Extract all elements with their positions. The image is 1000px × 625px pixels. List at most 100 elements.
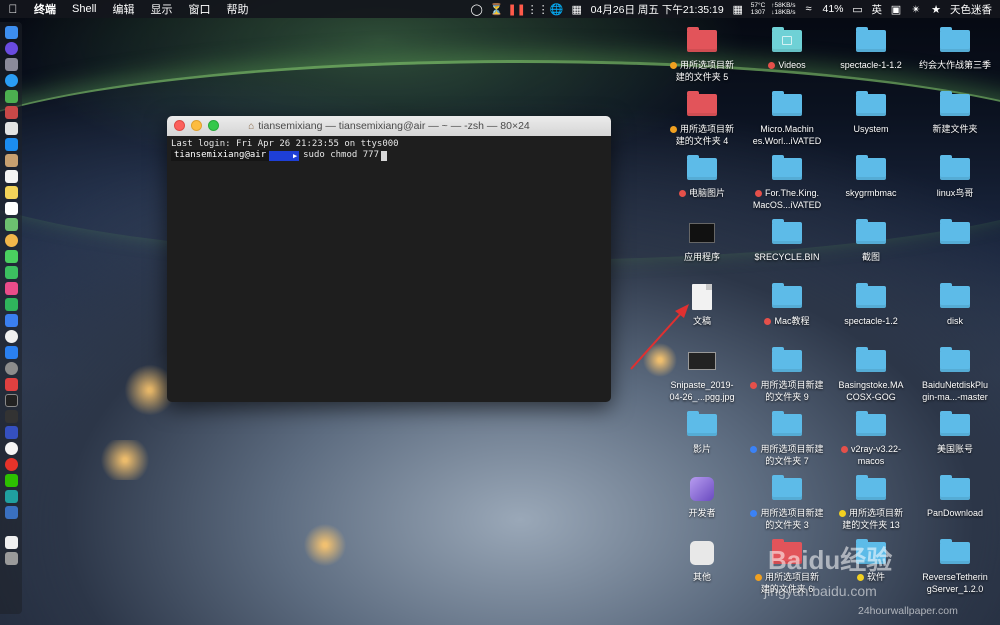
desktop-icon[interactable]: 用所选项目新 建的文件夹 13 (829, 473, 913, 531)
itunes-icon[interactable] (4, 330, 18, 343)
desktop-icon[interactable]: 应用程序 (660, 217, 744, 263)
ghost-icon[interactable]: ◯ (467, 3, 487, 16)
desktop-icon[interactable]: Usystem (829, 89, 913, 135)
terminal-window[interactable]: ⌂ tiansemixiang — tiansemixiang@air — ~ … (167, 116, 611, 402)
desktop-icon[interactable]: v2ray-v3.22- macos (829, 409, 913, 467)
desktop-icon[interactable]: disk (913, 281, 997, 327)
clock-app-icon[interactable]: ⏳ (487, 3, 507, 16)
desktop-icon[interactable]: Micro.Machin es.Worl...iVATED (745, 89, 829, 147)
menu-window[interactable]: 窗口 (180, 1, 218, 17)
user-name[interactable]: 天色迷香 (946, 2, 996, 17)
calendar-icon[interactable]: ▦ (567, 3, 587, 16)
battery-icon[interactable]: ▭ (848, 3, 868, 16)
datetime[interactable]: 04月26日 周五 下午21:35:19 (587, 2, 728, 17)
desktop-icon[interactable]: 用所选项目新建 的文件夹 3 (745, 473, 829, 531)
notes-icon[interactable] (4, 186, 18, 199)
calendar-dock-icon[interactable] (4, 170, 18, 183)
terminal-titlebar[interactable]: ⌂ tiansemixiang — tiansemixiang@air — ~ … (167, 116, 611, 136)
desktop-icon[interactable]: 用所选项目新 建的文件夹 4 (660, 89, 744, 147)
desktop-icon[interactable]: For.The.King. MacOS...iVATED (745, 153, 829, 211)
messages-icon[interactable] (4, 250, 18, 263)
star-icon[interactable]: ★ (926, 3, 946, 16)
desktop-icon[interactable]: 截图 (829, 217, 913, 263)
desktop-icon[interactable]: 用所选项目新建 的文件夹 9 (745, 345, 829, 403)
music-icon[interactable] (4, 282, 18, 295)
menu-help[interactable]: 帮助 (218, 1, 256, 17)
reminders-icon[interactable] (4, 202, 18, 215)
desktop-icon[interactable]: 约会大作战第三季 (913, 25, 997, 71)
wifi-icon[interactable]: ≈ (798, 3, 818, 15)
menu-app-name[interactable]: 终端 (26, 1, 64, 17)
yandex-icon[interactable] (4, 442, 18, 455)
apple-menu-icon[interactable]:  (0, 2, 26, 16)
zoom-button[interactable] (208, 120, 219, 131)
vpn-icon[interactable] (4, 426, 18, 439)
desktop-icon[interactable]: 其他 (660, 537, 744, 583)
input-method[interactable]: 英 (868, 2, 887, 17)
vivaldi-icon[interactable] (4, 378, 18, 391)
launchpad-icon[interactable] (4, 58, 18, 71)
menu-edit[interactable]: 编辑 (104, 1, 142, 17)
desktop-icon[interactable]: spectacle-1-1.2 (829, 25, 913, 71)
system-prefs-icon[interactable] (4, 362, 18, 375)
globe-icon[interactable]: 🌐 (547, 3, 567, 16)
android-icon[interactable] (4, 90, 18, 103)
net-speed[interactable]: ↑58KB/s ↓18KB/s (768, 2, 798, 16)
desktop-icon[interactable]: 影片 (660, 409, 744, 455)
close-button[interactable] (174, 120, 185, 131)
desktop-icon[interactable]: PanDownload (913, 473, 997, 519)
safari-icon[interactable] (4, 74, 18, 87)
menu-shell[interactable]: Shell (64, 3, 104, 15)
facetime-icon[interactable] (4, 266, 18, 279)
desktop-icon[interactable]: 美国账号 (913, 409, 997, 455)
mail-icon[interactable] (4, 122, 18, 135)
preview-icon[interactable] (4, 506, 18, 519)
desktop-icon[interactable]: BaiduNetdiskPlu gin-ma...-master (913, 345, 997, 403)
app-store-2-icon[interactable] (4, 346, 18, 359)
desktop-icon[interactable]: $RECYCLE.BIN (745, 217, 829, 263)
desktop-icon[interactable]: 用所选项目新 建的文件夹 5 (660, 25, 744, 83)
battery-percent[interactable]: 41% (818, 3, 847, 15)
document-icon[interactable] (4, 536, 18, 549)
terminal-dock-icon[interactable] (4, 394, 18, 407)
teal-app-icon[interactable] (4, 490, 18, 503)
minimize-button[interactable] (191, 120, 202, 131)
wechat-icon[interactable] (4, 474, 18, 487)
pause-icon[interactable]: ❚❚ (507, 3, 527, 16)
screen-app-icon[interactable] (4, 106, 18, 119)
desktop-icon[interactable]: Basingstoke.MA COSX-GOG (829, 345, 913, 403)
desktop-icon[interactable]: Videos (745, 25, 829, 71)
desktop-icon[interactable]: 电脑图片 (660, 153, 744, 199)
siri-icon[interactable] (4, 42, 18, 55)
trash-icon[interactable] (4, 552, 18, 565)
menu-view[interactable]: 显示 (142, 1, 180, 17)
numbers-icon[interactable] (4, 298, 18, 311)
finder-icon[interactable] (4, 26, 18, 39)
desktop-icon[interactable]: 文稿 (660, 281, 744, 327)
label-line: 电脑图片 (688, 188, 725, 198)
weibo-icon[interactable] (4, 458, 18, 471)
photos-icon[interactable] (4, 234, 18, 247)
maps-icon[interactable] (4, 218, 18, 231)
terminal-output[interactable]: Last login: Fri Apr 26 21:23:55 on ttys0… (167, 136, 611, 164)
temp-fan-readout[interactable]: 57°C 1307 (748, 2, 769, 16)
bluetooth-icon[interactable]: ✴ (906, 3, 926, 16)
desktop-icon[interactable]: ReverseTetherin gServer_1.2.0 (913, 537, 997, 595)
appstore-icon[interactable] (4, 138, 18, 151)
desktop-icon[interactable]: skygrmbmac (829, 153, 913, 199)
desktop-icon[interactable]: 新建文件夹 (913, 89, 997, 135)
desktop-icon[interactable]: 开发者 (660, 473, 744, 519)
keynote-icon[interactable] (4, 314, 18, 327)
desktop-icon[interactable]: linux鸟哥 (913, 153, 997, 199)
desktop-icon[interactable]: 用所选项目新建 的文件夹 7 (745, 409, 829, 467)
desktop-icon[interactable]: spectacle-1.2 (829, 281, 913, 327)
dots-icon[interactable]: ⋮⋮ (527, 3, 549, 16)
desktop-icon[interactable] (913, 217, 997, 251)
contacts-icon[interactable] (4, 154, 18, 167)
desktop-icon[interactable]: Mac教程 (745, 281, 829, 327)
activity-monitor-icon[interactable] (4, 410, 18, 423)
snippet-app-icon[interactable]: ▣ (886, 3, 906, 16)
folder-icon (687, 91, 717, 116)
grid-icon[interactable]: ▦ (728, 3, 748, 16)
desktop-icon[interactable]: Snipaste_2019- 04-26_...pgg.jpg (660, 345, 744, 403)
